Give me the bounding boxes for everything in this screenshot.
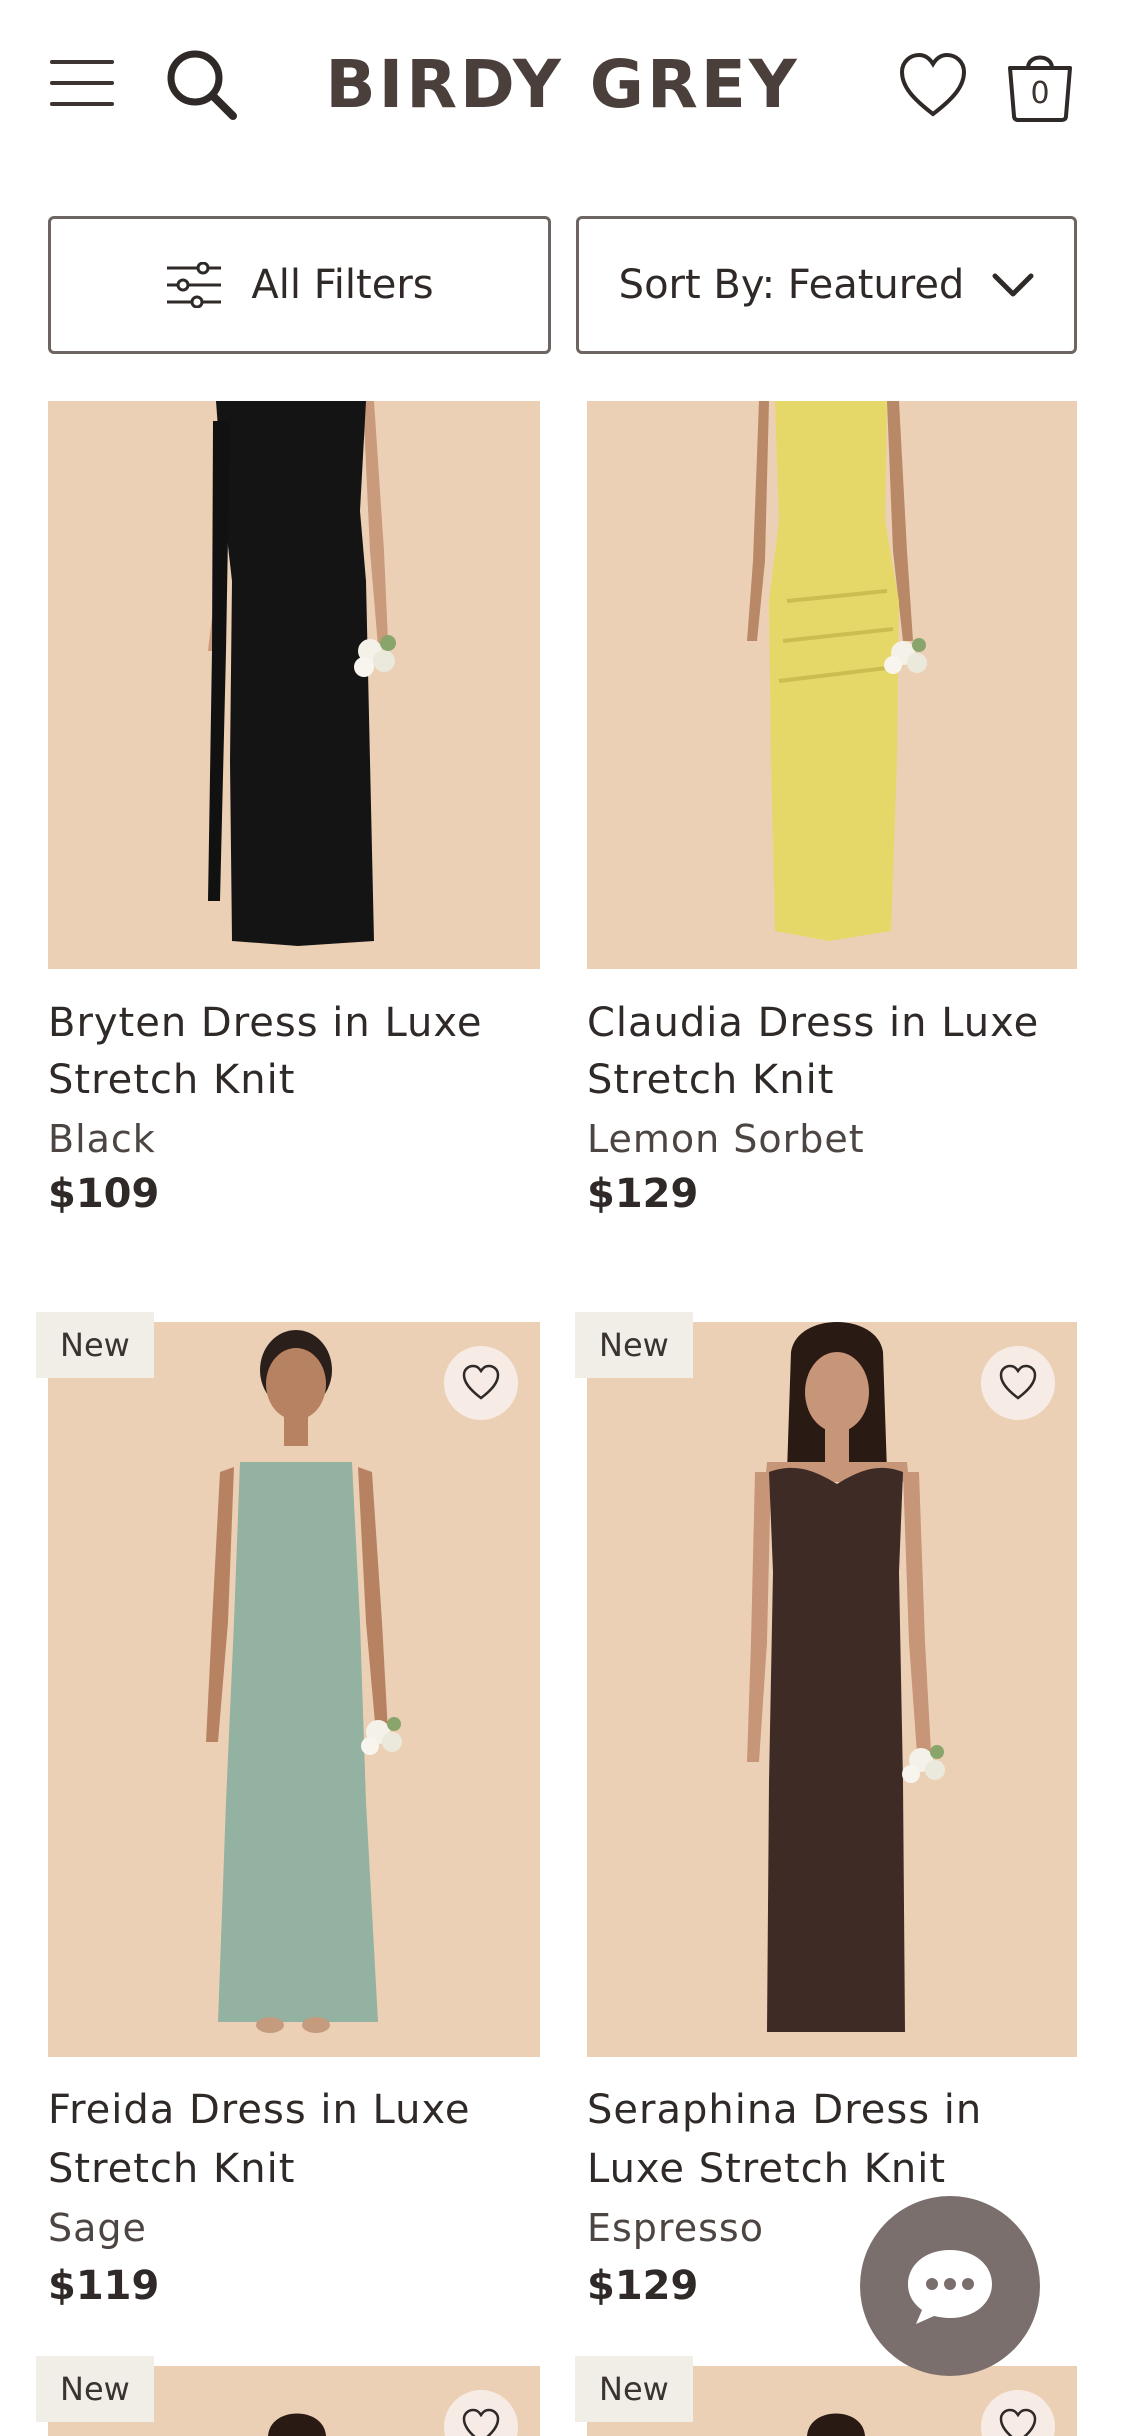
product-image[interactable] [48, 1322, 540, 2057]
cart-count: 0 [1030, 76, 1050, 111]
wishlist-heart-icon[interactable] [898, 52, 968, 118]
product-color: Sage [48, 2206, 147, 2250]
all-filters-button[interactable]: All Filters [48, 216, 551, 354]
product-title-line[interactable]: Stretch Knit [48, 1052, 540, 1109]
new-badge: New [36, 2356, 154, 2422]
new-badge: New [36, 1312, 154, 1378]
product-title-line[interactable]: Seraphina Dress in [587, 2082, 1079, 2139]
product-color: Black [48, 1117, 156, 1161]
product-title-line[interactable]: Stretch Knit [587, 1052, 1079, 1109]
product-image[interactable] [48, 401, 540, 969]
chevron-down-icon [992, 273, 1034, 297]
search-icon[interactable] [165, 48, 237, 120]
product-price: $109 [48, 1171, 160, 1217]
product-price: $119 [48, 2263, 160, 2309]
add-to-wishlist-heart-icon[interactable] [444, 1346, 518, 1420]
product-title-line[interactable]: Stretch Knit [48, 2141, 540, 2198]
chat-bubble-icon [908, 2250, 992, 2324]
product-title-line[interactable]: Luxe Stretch Knit [587, 2141, 1079, 2198]
product-listing-page: BIRDY GREY 0 All Filters Sort By: Featur… [0, 0, 1125, 2436]
chat-button[interactable] [860, 2196, 1040, 2376]
product-image[interactable] [587, 401, 1077, 969]
brand-logo[interactable]: BIRDY GREY [300, 40, 825, 130]
add-to-wishlist-heart-icon[interactable] [981, 1346, 1055, 1420]
product-title-line[interactable]: Bryten Dress in Luxe [48, 995, 540, 1052]
cart-bag-icon[interactable]: 0 [1004, 46, 1076, 122]
sort-dropdown[interactable]: Sort By: Featured [576, 216, 1077, 354]
product-color: Lemon Sorbet [587, 1117, 865, 1161]
menu-icon[interactable] [50, 58, 116, 108]
product-price: $129 [587, 1171, 699, 1217]
all-filters-label: All Filters [251, 262, 434, 308]
filter-sliders-icon [167, 262, 222, 308]
product-title-line[interactable]: Freida Dress in Luxe [48, 2082, 540, 2139]
new-badge: New [575, 1312, 693, 1378]
product-title-line[interactable]: Claudia Dress in Luxe [587, 995, 1079, 1052]
site-header: BIRDY GREY 0 [0, 0, 1125, 170]
sort-label: Sort By: Featured [618, 262, 965, 308]
new-badge: New [575, 2356, 693, 2422]
product-image[interactable] [587, 1322, 1077, 2057]
